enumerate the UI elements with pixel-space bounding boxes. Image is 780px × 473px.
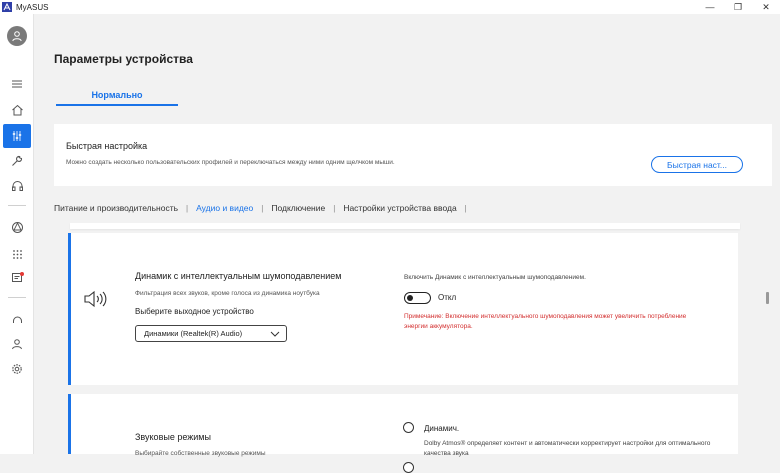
toggle-state-label: Откл [438,293,457,302]
app-title: MyASUS [16,2,49,12]
subnav-separator: | [464,203,467,213]
home-icon[interactable] [3,98,31,122]
quick-setup-title: Быстрая настройка [66,141,148,151]
battery-warning-note: Примечание: Включение интеллектуального … [404,313,687,330]
tab-normal[interactable]: Нормально [56,90,178,106]
output-device-label: Выберите выходное устройство [135,307,254,316]
output-device-select[interactable]: Динамики (Realtek(R) Audio) [135,325,287,342]
sidebar [0,14,34,454]
scrollbar-thumb[interactable] [766,292,769,304]
apps-grid-icon[interactable] [3,242,31,266]
myasus-logo-icon [2,2,12,12]
previous-card-edge [70,223,740,229]
noise-cancel-speaker-card: Динамик с интеллектуальным шумоподавлени… [68,233,738,385]
speaker-icon [83,289,107,314]
store-icon[interactable] [3,215,31,239]
news-icon[interactable] [3,266,31,290]
page-title: Параметры устройства [54,52,193,66]
restore-button[interactable]: ❐ [724,0,752,14]
tab-input-device-settings[interactable]: Настройки устройства ввода [343,203,456,213]
subnav-separator: | [333,203,336,213]
subnav-separator: | [261,203,264,213]
avatar[interactable] [7,26,27,46]
account-icon[interactable] [3,332,31,356]
category-nav: Питание и производительность | Аудио и в… [54,201,475,215]
quick-setup-description: Можно создать несколько пользовательских… [66,159,395,166]
tab-connectivity[interactable]: Подключение [271,203,325,213]
user-icon [12,31,22,42]
main-content: Параметры устройства Нормально Быстрая н… [34,14,780,473]
settings-icon[interactable] [3,357,31,381]
next-mode-radio[interactable] [403,462,414,473]
minimize-button[interactable]: — [696,0,724,14]
noise-cancel-toggle[interactable] [404,292,431,304]
title-bar: MyASUS — ❐ ✕ [0,0,780,14]
dynamic-mode-description: Dolby Atmos® определяет контент и автома… [424,440,711,457]
dynamic-mode-label: Динамич. [424,424,460,433]
chevron-down-icon [270,331,280,337]
headset-icon[interactable] [3,174,31,198]
wrench-icon[interactable] [3,149,31,173]
tab-power-performance[interactable]: Питание и производительность [54,203,178,213]
quick-setup-button[interactable]: Быстрая наст... [651,156,743,173]
sound-modes-title: Звуковые режимы [135,432,211,442]
noise-cancel-title: Динамик с интеллектуальным шумоподавлени… [135,271,342,281]
support-icon[interactable] [3,308,31,332]
subnav-separator: | [186,203,189,213]
dynamic-mode-radio[interactable] [403,422,414,433]
quick-setup-card: Быстрая настройка Можно создать нескольк… [54,124,772,186]
close-button[interactable]: ✕ [752,0,780,14]
noise-cancel-description: Фильтрация всех звуков, кроме голоса из … [135,290,320,297]
sound-modes-card: Звуковые режимы Выбирайте собственные зв… [68,394,738,473]
noise-cancel-toggle-description: Включить Динамик с интеллектуальным шумо… [404,274,586,281]
output-device-value: Динамики (Realtek(R) Audio) [144,329,243,338]
notification-badge [20,272,24,276]
menu-icon[interactable] [3,72,31,96]
toggle-knob [407,295,413,301]
device-settings-icon[interactable] [3,124,31,148]
tab-audio-video[interactable]: Аудио и видео [196,203,253,213]
